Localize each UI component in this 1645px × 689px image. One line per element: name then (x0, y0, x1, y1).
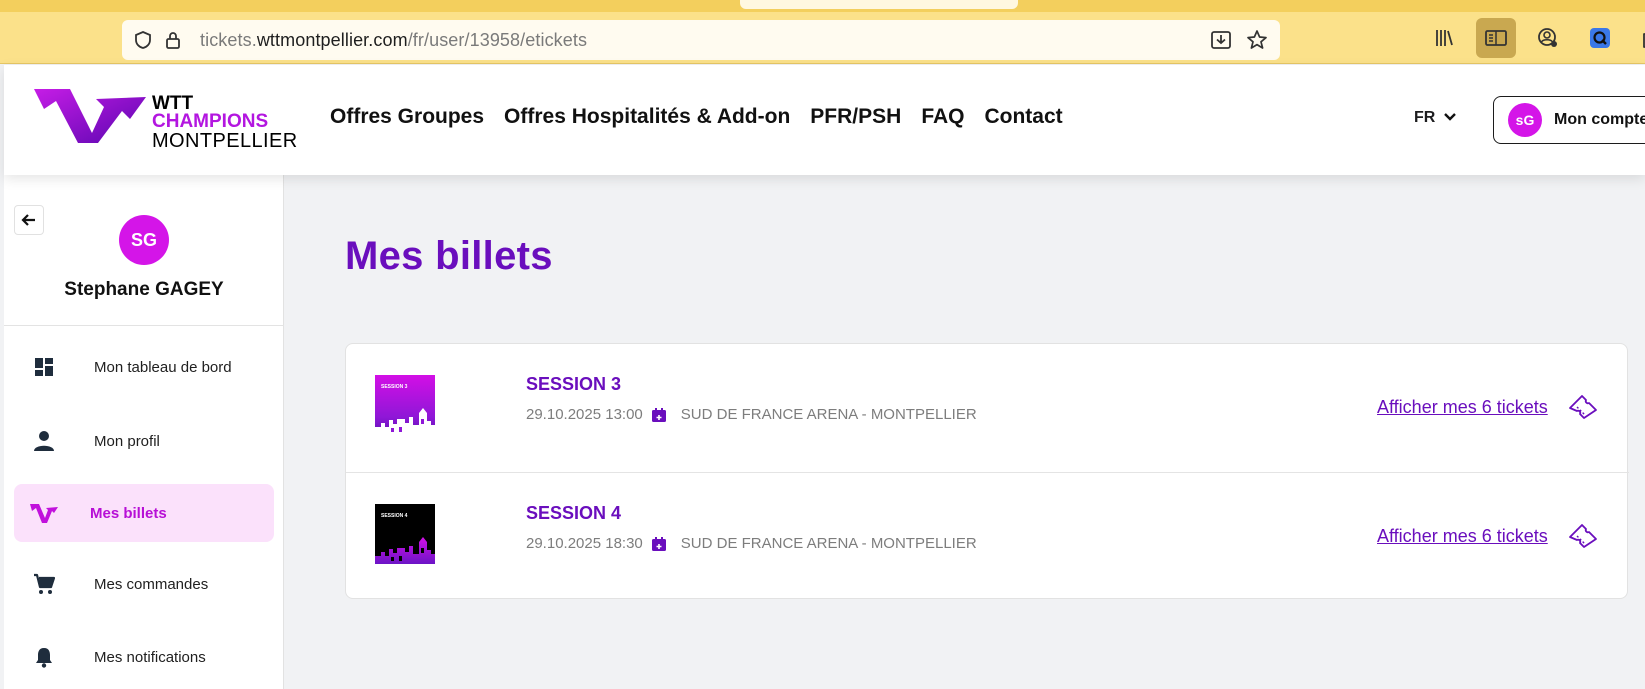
nav-offres-hospitalites[interactable]: Offres Hospitalités & Add-on (504, 105, 790, 129)
show-tickets-link[interactable]: Afficher mes 6 tickets (1377, 526, 1548, 547)
url-text[interactable]: tickets.wttmontpellier.com/fr/user/13958… (200, 30, 587, 51)
calendar-add-icon[interactable] (651, 536, 667, 552)
nav-faq[interactable]: FAQ (921, 105, 964, 129)
sidebar-item-dashboard[interactable]: Mon tableau de bord (14, 338, 274, 396)
wtt-ticket-icon (14, 502, 74, 524)
session-thumbnail[interactable]: SESSION 3 (375, 375, 435, 435)
site-header: WTT CHAMPIONS MONTPELLIER Offres Groupes… (4, 65, 1645, 175)
sidebar-item-tickets[interactable]: Mes billets (14, 484, 274, 542)
ticket-icon[interactable] (1568, 394, 1598, 425)
sidebar-item-orders[interactable]: Mes commandes (14, 555, 274, 613)
user-name: Stephane GAGEY (64, 279, 224, 300)
ticket-row: SESSION 4 SESSION 4 29.10.2025 18:30 SUD… (346, 472, 1629, 599)
nav-pfr-psh[interactable]: PFR/PSH (810, 105, 901, 129)
session-thumbnail[interactable]: SESSION 4 (375, 504, 435, 564)
back-button[interactable] (14, 205, 44, 235)
lock-icon[interactable] (158, 25, 188, 55)
account-label: Mon compte (1554, 111, 1645, 128)
dashboard-icon (14, 357, 74, 377)
ticket-row: SESSION 3 SESSION 3 29.10.2025 13:00 SUD… (346, 344, 1629, 471)
sidebar-item-profile[interactable]: Mon profil (14, 412, 274, 470)
sidebar-item-label: Mes commandes (94, 575, 209, 593)
account-sync-icon[interactable] (1528, 18, 1568, 58)
city-skyline-icon (375, 408, 435, 435)
session-datetime: 29.10.2025 18:30 (526, 535, 643, 552)
user-avatar: SG (119, 215, 169, 265)
bell-icon (14, 646, 74, 668)
arrow-left-icon (21, 214, 35, 226)
sidebar-divider (4, 325, 284, 326)
main-nav: Offres Groupes Offres Hospitalités & Add… (330, 105, 1063, 129)
session-venue: SUD DE FRANCE ARENA - MONTPELLIER (680, 535, 977, 552)
calendar-add-icon[interactable] (651, 407, 667, 423)
ticket-icon[interactable] (1568, 523, 1598, 554)
chevron-down-icon (1443, 109, 1457, 127)
browser-extensions (1424, 18, 1645, 58)
session-meta: 29.10.2025 18:30 SUD DE FRANCE ARENA - M… (526, 535, 977, 552)
address-bar[interactable]: tickets.wttmontpellier.com/fr/user/13958… (122, 20, 1280, 60)
tickets-list: SESSION 3 SESSION 3 29.10.2025 13:00 SUD… (345, 343, 1629, 599)
session-venue: SUD DE FRANCE ARENA - MONTPELLIER (680, 406, 977, 423)
sidebar: SG Stephane GAGEY Mon tableau de bord Mo… (4, 175, 284, 689)
sidebar-item-label: Mes notifications (94, 648, 206, 666)
download-page-icon[interactable] (1206, 25, 1236, 55)
language-selector[interactable]: FR (1414, 109, 1457, 127)
cart-icon (14, 573, 74, 595)
person-icon (14, 430, 74, 452)
session-title[interactable]: SESSION 4 (526, 503, 621, 524)
logo-line-champions: CHAMPIONS (152, 111, 269, 132)
bookmark-star-icon[interactable] (1242, 25, 1272, 55)
city-skyline-icon (375, 537, 435, 564)
sidebar-item-label: Mes billets (90, 504, 167, 522)
nav-offres-groupes[interactable]: Offres Groupes (330, 105, 484, 129)
wtt-logo-mark-icon (34, 89, 146, 143)
extension-q-icon[interactable] (1580, 18, 1620, 58)
nav-contact[interactable]: Contact (984, 105, 1062, 129)
sidebar-item-notifications[interactable]: Mes notifications (14, 628, 274, 686)
account-button[interactable]: sG Mon compte (1493, 96, 1645, 144)
shield-icon[interactable] (128, 25, 158, 55)
sidebar-item-label: Mon profil (94, 432, 160, 450)
library-icon[interactable] (1424, 18, 1464, 58)
reader-view-icon[interactable] (1476, 18, 1516, 58)
session-title[interactable]: SESSION 3 (526, 374, 621, 395)
logo-line-montpellier: MONTPELLIER (152, 130, 298, 152)
language-label: FR (1414, 109, 1436, 126)
wtt-logo[interactable]: WTT CHAMPIONS MONTPELLIER (34, 87, 297, 153)
browser-toolbar: tickets.wttmontpellier.com/fr/user/13958… (0, 0, 1645, 64)
session-datetime: 29.10.2025 13:00 (526, 406, 643, 423)
session-meta: 29.10.2025 13:00 SUD DE FRANCE ARENA - M… (526, 406, 977, 423)
show-tickets-link[interactable]: Afficher mes 6 tickets (1377, 397, 1548, 418)
sidebar-item-label: Mon tableau de bord (94, 358, 232, 376)
page-title: Mes billets (345, 234, 553, 278)
account-avatar: sG (1508, 103, 1542, 137)
browser-tab[interactable] (740, 0, 1018, 9)
extensions-puzzle-icon[interactable] (1632, 18, 1645, 58)
